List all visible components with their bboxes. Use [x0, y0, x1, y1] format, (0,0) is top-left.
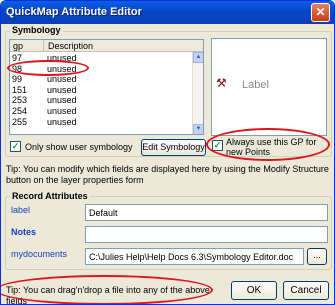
gp-cell: 98 — [12, 63, 23, 74]
list-item[interactable]: 97 unused — [10, 53, 193, 64]
tip-modify-line1: Tip: You can modify which fields are dis… — [6, 164, 329, 174]
cancel-button[interactable]: Cancel — [283, 281, 329, 300]
tip-modify-structure: Tip: You can modify which fields are dis… — [6, 164, 329, 186]
list-item[interactable]: 254 unused — [10, 106, 193, 117]
always-use-gp-checkbox[interactable]: ✓ — [212, 140, 223, 151]
list-item[interactable] — [10, 127, 193, 134]
only-user-symbology-checkbox[interactable]: ✓ — [10, 141, 21, 152]
tip-drag-line1: Tip: You can drag'n'drop a file into any… — [6, 285, 210, 295]
description-cell: unused — [47, 63, 77, 74]
close-button[interactable]: ✕ — [311, 3, 330, 22]
symbol-preview: ⚒ Label — [211, 38, 327, 136]
column-header-gp[interactable]: gp — [10, 40, 44, 52]
ok-button[interactable]: OK — [231, 281, 277, 300]
list-item[interactable]: 98 unused — [10, 64, 193, 75]
description-cell: unused — [47, 105, 77, 116]
always-use-gp-label-line2: new Points — [226, 147, 271, 157]
record-attributes-group-label: Record Attributes — [10, 191, 90, 201]
browse-button[interactable]: ... — [307, 248, 327, 265]
list-header: gp Description — [10, 40, 203, 52]
window-title: QuickMap Attribute Editor — [6, 6, 142, 18]
symbology-list[interactable]: gp Description 97 unused 98 unused 99 unuse… — [9, 39, 204, 135]
description-cell: unused — [47, 95, 77, 106]
tip-modify-line2: button on the layer properties form — [6, 175, 144, 185]
list-item[interactable]: 255 unused — [10, 117, 193, 128]
preview-label: Label — [242, 79, 269, 91]
symbology-group-label: Symbology — [10, 25, 63, 35]
always-use-gp-label[interactable]: Always use this GP for new Points — [226, 137, 316, 157]
description-cell: unused — [47, 116, 77, 127]
description-cell: unused — [47, 74, 77, 85]
list-scrollbar[interactable]: ▲ ▼ — [192, 52, 203, 134]
gp-cell: 255 — [12, 116, 28, 127]
gp-cell: 97 — [12, 53, 23, 63]
mydocuments-field-name: mydocuments — [11, 249, 68, 259]
list-rows: 97 unused 98 unused 99 unused 151 unused 253… — [10, 53, 193, 134]
list-item[interactable]: 99 unused — [10, 74, 193, 85]
notes-field-name: Notes — [11, 227, 37, 237]
only-user-symbology-label[interactable]: Only show user symbology — [25, 142, 133, 152]
label-field-name: label — [11, 205, 31, 215]
notes-field[interactable] — [85, 226, 328, 243]
tools-icon: ⚒ — [216, 76, 227, 90]
column-header-description[interactable]: Description — [45, 40, 93, 52]
label-field[interactable]: Default — [85, 204, 328, 221]
gp-cell: 253 — [12, 95, 28, 106]
gp-cell: 99 — [12, 74, 23, 85]
tip-drag-line2: fields — [6, 296, 28, 305]
gp-cell: 254 — [12, 105, 28, 116]
description-cell: unused — [47, 53, 77, 63]
scroll-up-icon[interactable]: ▲ — [193, 52, 203, 63]
edit-symbology-button[interactable]: Edit Symbology — [141, 139, 206, 156]
quickmap-attribute-editor-window: QuickMap Attribute Editor ✕ Symbology gp… — [0, 0, 335, 305]
tip-drag-drop: Tip: You can drag'n'drop a file into any… — [6, 285, 210, 305]
description-cell: unused — [47, 84, 77, 95]
scroll-down-icon[interactable]: ▼ — [193, 124, 203, 134]
list-item[interactable]: 253 unused — [10, 95, 193, 106]
list-item[interactable]: 151 unused — [10, 85, 193, 96]
gp-cell: 151 — [12, 84, 28, 95]
mydocuments-field[interactable]: C:\Julies Help\Help Docs 6.3\Symbology E… — [85, 248, 304, 265]
always-use-gp-label-line1: Always use this GP for — [226, 137, 317, 147]
title-bar[interactable]: QuickMap Attribute Editor ✕ — [1, 1, 334, 24]
